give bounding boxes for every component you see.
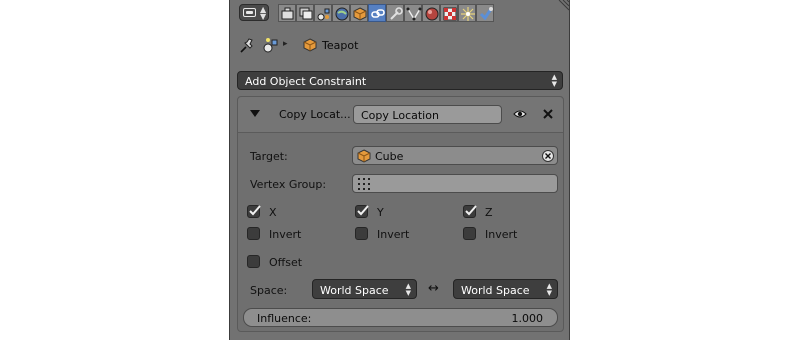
invert-y-label: Invert [377, 228, 410, 241]
tab-constraints[interactable] [368, 4, 386, 22]
vertex-group-label: Vertex Group: [250, 178, 327, 191]
delete-constraint-icon[interactable] [542, 108, 554, 120]
tab-object[interactable] [350, 4, 368, 22]
target-space-value: World Space [461, 284, 530, 297]
influence-label: Influence: [257, 312, 312, 325]
tab-data[interactable] [404, 4, 422, 22]
offset-checkbox[interactable] [247, 255, 260, 268]
collapse-triangle-icon[interactable] [250, 110, 260, 117]
tab-physics[interactable] [476, 4, 494, 22]
constraint-header: Copy Locat... Copy Location [238, 97, 563, 133]
constraints-icon [371, 9, 385, 18]
material-icon [425, 7, 439, 21]
invert-z-checkbox[interactable] [463, 227, 476, 240]
tab-render[interactable] [278, 4, 296, 22]
clear-target-icon[interactable] [542, 150, 554, 162]
influence-slider[interactable]: Influence: 1.000 [243, 308, 558, 327]
editor-type-icon [243, 8, 256, 17]
tab-modifiers[interactable] [386, 4, 404, 22]
axis-z-checkbox[interactable] [463, 205, 477, 218]
scene-icon [317, 8, 330, 21]
tab-material[interactable] [422, 4, 440, 22]
tab-particles[interactable] [458, 4, 476, 22]
tab-render-layers[interactable] [296, 4, 314, 22]
eye-icon[interactable] [513, 108, 527, 120]
target-label: Target: [250, 150, 288, 163]
area-corner-icon[interactable] [555, 0, 569, 14]
breadcrumb-separator-icon: ▸ [283, 39, 288, 49]
vertex-group-icon [358, 178, 370, 190]
updown-arrows-icon: ▲ ▼ [551, 73, 557, 88]
object-icon [357, 149, 371, 163]
swap-arrow-icon: ↔ [428, 281, 439, 296]
invert-z-label: Invert [485, 228, 518, 241]
add-object-constraint-dropdown[interactable]: Add Object Constraint ▲ ▼ [237, 71, 563, 90]
axis-y-label: Y [377, 206, 384, 219]
constraint-title: Copy Locat... [279, 108, 351, 121]
target-field[interactable]: Cube [352, 146, 558, 165]
scene-context-icon[interactable] [262, 36, 280, 54]
add-constraint-label: Add Object Constraint [245, 75, 367, 88]
checkmark-icon [357, 205, 369, 216]
data-icon [406, 7, 422, 21]
influence-value: 1.000 [511, 312, 544, 325]
constraint-panel: Copy Locat... Copy Location Target: Cube… [237, 96, 564, 332]
render-icon [281, 7, 294, 20]
properties-panel: ▲ ▼ ▸ Teapot Add Object Constraint ▲ ▼ C… [229, 0, 570, 340]
axis-x-label: X [269, 206, 277, 219]
invert-x-checkbox[interactable] [247, 227, 260, 240]
context-object-name: Teapot [322, 39, 359, 52]
tab-world[interactable] [332, 4, 350, 22]
axis-z-label: Z [485, 206, 493, 219]
invert-y-checkbox[interactable] [355, 227, 368, 240]
modifiers-icon [390, 7, 403, 20]
target-space-dropdown[interactable]: World Space ▲ ▼ [453, 279, 558, 299]
updown-arrows-icon: ▲ ▼ [546, 282, 552, 297]
object-icon [303, 38, 317, 52]
tab-scene[interactable] [314, 4, 332, 22]
owner-space-value: World Space [320, 284, 389, 297]
pin-icon[interactable] [238, 37, 256, 55]
invert-x-label: Invert [269, 228, 302, 241]
constraint-name-field[interactable]: Copy Location [353, 105, 502, 124]
particles-icon [461, 7, 475, 21]
updown-arrows-icon: ▲ ▼ [260, 5, 267, 21]
constraint-name-value: Copy Location [361, 109, 439, 122]
axis-y-checkbox[interactable] [355, 205, 369, 218]
target-value: Cube [375, 150, 404, 163]
updown-arrows-icon: ▲ ▼ [405, 282, 411, 297]
texture-icon [443, 7, 457, 21]
object-icon [353, 7, 367, 21]
world-icon [335, 7, 349, 21]
space-label: Space: [250, 284, 288, 297]
render-layers-icon [299, 7, 313, 20]
offset-label: Offset [269, 256, 303, 269]
vertex-group-field[interactable] [352, 174, 558, 193]
checkmark-icon [465, 205, 477, 216]
physics-icon [479, 7, 493, 21]
tab-texture[interactable] [440, 4, 458, 22]
owner-space-dropdown[interactable]: World Space ▲ ▼ [312, 279, 417, 299]
axis-x-checkbox[interactable] [247, 205, 261, 218]
editor-type-selector[interactable]: ▲ ▼ [239, 4, 269, 21]
checkmark-icon [249, 205, 261, 216]
